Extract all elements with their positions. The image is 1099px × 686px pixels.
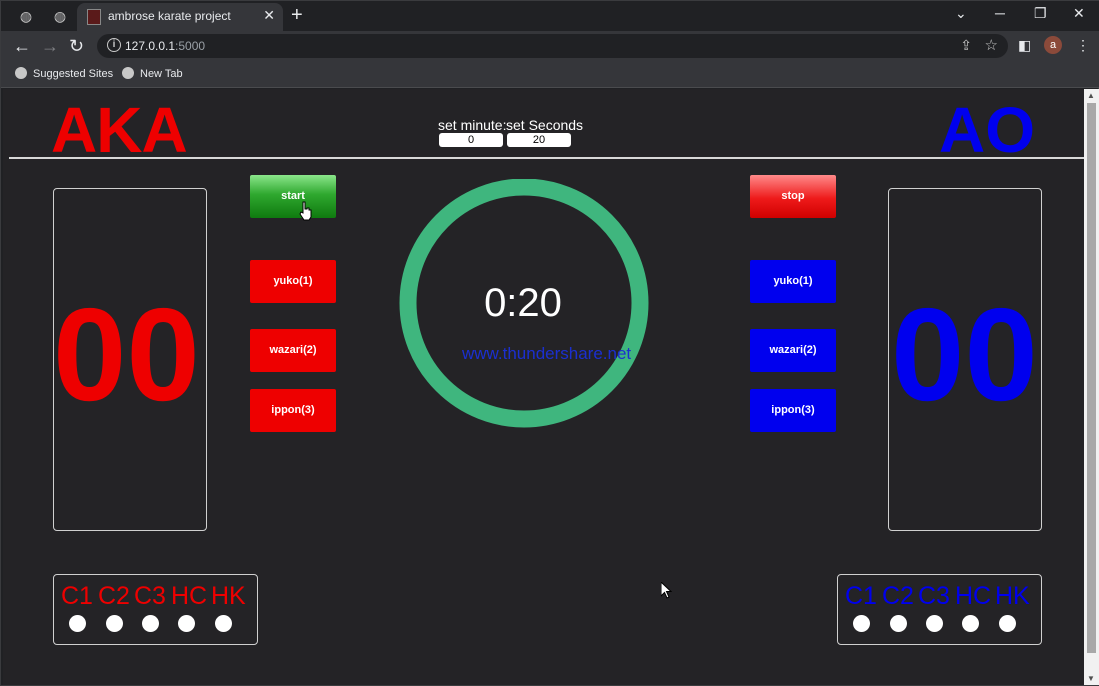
- aka-score: 00: [53, 281, 200, 428]
- reload-icon[interactable]: ↻: [69, 36, 84, 56]
- scrollbar-thumb[interactable]: [1087, 103, 1096, 653]
- bookmarks-bar: Suggested Sites New Tab: [1, 61, 1099, 88]
- aka-penalty-label-c3: C3: [134, 582, 166, 610]
- globe-icon: [15, 67, 27, 79]
- browser-window: ◍ ◍ ambrose karate project ✕ + ⌄ ─ ❐ ✕ ←…: [0, 0, 1099, 686]
- watermark: www.thundershare.net: [462, 344, 632, 363]
- ao-penalty-indicator-hk[interactable]: [999, 615, 1016, 632]
- tab-favicon-icon: [87, 9, 101, 25]
- address-bar[interactable]: i 127.0.0.1:5000 ⇪ ☆: [97, 34, 1008, 58]
- seconds-input[interactable]: 20: [507, 133, 571, 147]
- back-icon[interactable]: ←: [13, 36, 31, 56]
- aka-yuko-button[interactable]: yuko(1): [250, 260, 336, 303]
- scroll-down-icon[interactable]: ▼: [1087, 674, 1095, 683]
- restore-button[interactable]: ❐: [1034, 5, 1047, 22]
- aka-title: AKA: [51, 94, 188, 166]
- set-seconds-label: set Seconds: [506, 117, 584, 133]
- vertical-scrollbar[interactable]: ▲ ▼: [1084, 89, 1099, 685]
- globe-icon[interactable]: ◍: [17, 7, 35, 25]
- url-text: 127.0.0.1:5000: [125, 39, 206, 53]
- menu-kebab-icon[interactable]: ⋮: [1076, 37, 1090, 54]
- divider: [9, 157, 1084, 159]
- side-panel-icon[interactable]: ◧: [1018, 37, 1031, 54]
- scroll-up-icon[interactable]: ▲: [1087, 91, 1095, 100]
- aka-penalty-label-c1: C1: [61, 582, 93, 610]
- aka-penalty-label-c2: C2: [98, 582, 130, 610]
- tab-search-icon[interactable]: ⌄: [955, 5, 967, 22]
- tab-active[interactable]: ambrose karate project ✕: [77, 3, 283, 31]
- ao-score: 00: [891, 281, 1038, 428]
- set-minute-label: set minute:: [438, 117, 507, 133]
- ao-yuko-button[interactable]: yuko(1): [750, 260, 836, 303]
- minute-input[interactable]: 0: [439, 133, 503, 147]
- aka-penalty-indicator-hk[interactable]: [215, 615, 232, 632]
- minimize-button[interactable]: ─: [995, 5, 1005, 21]
- ao-penalty-indicator-hc[interactable]: [962, 615, 979, 632]
- tab-strip: ◍ ◍ ambrose karate project ✕ + ⌄ ─ ❐ ✕: [1, 1, 1099, 31]
- bookmark-suggested-sites[interactable]: Suggested Sites: [15, 67, 113, 80]
- aka-penalty-indicator-c2[interactable]: [106, 615, 123, 632]
- ao-ippon-button[interactable]: ippon(3): [750, 389, 836, 432]
- close-window-button[interactable]: ✕: [1073, 5, 1085, 22]
- mouse-cursor-icon: [661, 582, 673, 599]
- ao-penalty-label-hc: HC: [955, 582, 992, 610]
- tab-title: ambrose karate project: [108, 9, 231, 23]
- ao-penalty-label-c1: C1: [845, 582, 877, 610]
- ao-penalty-indicator-c3[interactable]: [926, 615, 943, 632]
- start-button[interactable]: start: [250, 175, 336, 218]
- hand-cursor-icon: [299, 201, 312, 221]
- aka-penalty-indicator-c1[interactable]: [69, 615, 86, 632]
- ao-penalty-label-c3: C3: [918, 582, 950, 610]
- bookmark-new-tab[interactable]: New Tab: [122, 67, 183, 80]
- new-tab-button[interactable]: +: [291, 5, 303, 25]
- bookmark-star-icon[interactable]: ☆: [985, 36, 998, 54]
- ao-penalty-indicator-c1[interactable]: [853, 615, 870, 632]
- ao-penalty-label-c2: C2: [882, 582, 914, 610]
- aka-wazari-button[interactable]: wazari(2): [250, 329, 336, 372]
- timer-display: 0:20: [484, 281, 562, 325]
- aka-penalty-label-hc: HC: [171, 582, 208, 610]
- forward-icon[interactable]: →: [41, 36, 59, 56]
- aka-penalty-label-hk: HK: [211, 582, 246, 610]
- page-content: AKA AO set minute: set Seconds 0 20 00 s…: [3, 89, 1084, 685]
- globe-icon[interactable]: ◍: [51, 7, 69, 25]
- stop-button[interactable]: stop: [750, 175, 836, 218]
- ao-penalty-indicator-c2[interactable]: [890, 615, 907, 632]
- aka-ippon-button[interactable]: ippon(3): [250, 389, 336, 432]
- share-icon[interactable]: ⇪: [960, 37, 972, 54]
- ao-penalty-label-hk: HK: [995, 582, 1030, 610]
- aka-penalty-indicator-c3[interactable]: [142, 615, 159, 632]
- ao-wazari-button[interactable]: wazari(2): [750, 329, 836, 372]
- toolbar: ← → ↻ i 127.0.0.1:5000 ⇪ ☆ ◧ a ⋮: [1, 31, 1099, 61]
- avatar[interactable]: a: [1044, 36, 1062, 54]
- close-icon[interactable]: ✕: [263, 7, 275, 24]
- info-icon[interactable]: i: [107, 38, 121, 52]
- aka-penalty-indicator-hc[interactable]: [178, 615, 195, 632]
- globe-icon: [122, 67, 134, 79]
- ao-title: AO: [939, 94, 1035, 166]
